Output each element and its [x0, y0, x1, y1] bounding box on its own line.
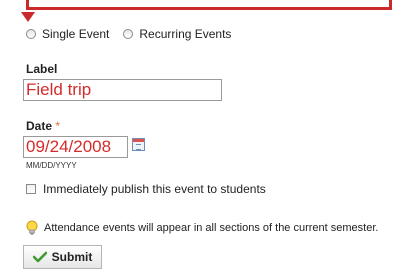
recurring-events-option[interactable]: Recurring Events — [123, 27, 231, 41]
recurring-events-label: Recurring Events — [139, 27, 232, 41]
date-input[interactable]: 09/24/2008 — [23, 136, 128, 158]
publish-option[interactable]: Immediately publish this event to studen… — [26, 182, 266, 196]
checkmark-icon — [32, 251, 47, 263]
publish-checkbox[interactable] — [26, 184, 36, 194]
date-format-hint: MM/DD/YYYY — [26, 161, 77, 170]
date-label-text: Date — [26, 119, 53, 133]
event-type-options: Single Event Recurring Events — [26, 26, 245, 42]
single-event-radio[interactable] — [26, 29, 36, 39]
annotation-bracket — [26, 0, 392, 10]
label-input[interactable]: Field trip — [23, 79, 222, 101]
submit-button[interactable]: Submit — [23, 245, 102, 269]
required-marker: * — [55, 119, 61, 133]
calendar-icon[interactable] — [132, 138, 145, 151]
publish-label: Immediately publish this event to studen… — [43, 182, 266, 196]
info-text: Attendance events will appear in all sec… — [44, 222, 379, 234]
recurring-events-radio[interactable] — [123, 29, 134, 39]
single-event-option[interactable]: Single Event — [26, 27, 109, 41]
label-field-label: Label — [26, 62, 58, 76]
lightbulb-icon — [26, 220, 38, 235]
annotation-arrow — [21, 12, 35, 22]
date-field-label: Date * — [26, 119, 60, 133]
single-event-label: Single Event — [42, 27, 110, 41]
submit-label: Submit — [51, 250, 93, 264]
info-message: Attendance events will appear in all sec… — [25, 220, 378, 236]
